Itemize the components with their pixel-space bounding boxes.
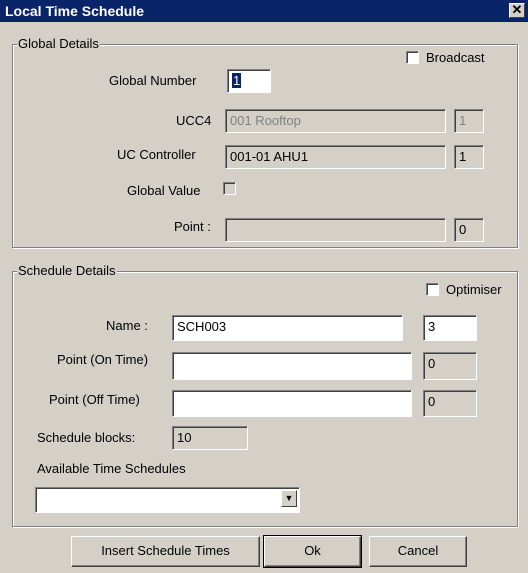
point-label: Point : bbox=[174, 219, 211, 234]
point-number-field: 0 bbox=[454, 218, 484, 242]
insert-schedule-times-label: Insert Schedule Times bbox=[101, 543, 230, 558]
close-icon: ✕ bbox=[511, 2, 523, 17]
title-bar: Local Time Schedule ✕ bbox=[0, 0, 528, 22]
point-off-number-field: 0 bbox=[423, 390, 477, 417]
available-schedules-label: Available Time Schedules bbox=[37, 461, 186, 476]
name-value: SCH003 bbox=[177, 319, 227, 334]
schedule-blocks-value: 10 bbox=[177, 430, 192, 445]
ok-button[interactable]: Ok bbox=[263, 535, 362, 568]
schedule-blocks-label: Schedule blocks: bbox=[37, 430, 136, 445]
uc-controller-number-field: 1 bbox=[454, 145, 484, 169]
uc-controller-label: UC Controller bbox=[117, 147, 196, 162]
dropdown-button[interactable]: ▼ bbox=[281, 490, 297, 507]
uc-controller-field: 001-01 AHU1 bbox=[225, 145, 446, 169]
ok-label: Ok bbox=[304, 543, 321, 558]
name-input[interactable]: SCH003 bbox=[172, 315, 403, 341]
available-schedules-select[interactable]: ▼ bbox=[35, 487, 300, 513]
broadcast-label: Broadcast bbox=[426, 50, 485, 65]
ucc4-number-field: 1 bbox=[454, 109, 484, 133]
ucc4-number: 1 bbox=[459, 113, 467, 128]
window-title: Local Time Schedule bbox=[5, 3, 145, 19]
point-field bbox=[225, 218, 446, 242]
chevron-down-icon: ▼ bbox=[284, 493, 294, 503]
close-button[interactable]: ✕ bbox=[509, 3, 525, 18]
global-value-label: Global Value bbox=[127, 183, 201, 198]
global-number-value: 1 bbox=[232, 73, 242, 88]
schedule-blocks-field: 10 bbox=[172, 426, 248, 450]
broadcast-checkbox[interactable] bbox=[406, 51, 419, 64]
uc-controller-number: 1 bbox=[459, 149, 467, 164]
optimiser-label: Optimiser bbox=[446, 282, 502, 297]
point-off-label: Point (Off Time) bbox=[49, 392, 140, 407]
global-number-label: Global Number bbox=[109, 73, 197, 88]
point-on-number: 0 bbox=[428, 356, 436, 371]
ucc4-label: UCC4 bbox=[176, 113, 212, 128]
name-label: Name : bbox=[106, 318, 148, 333]
ucc4-field: 001 Rooftop bbox=[225, 109, 446, 133]
point-on-input[interactable] bbox=[172, 352, 412, 380]
point-off-number: 0 bbox=[428, 394, 436, 409]
point-off-input[interactable] bbox=[172, 390, 412, 417]
point-on-number-field: 0 bbox=[423, 352, 477, 380]
name-number: 3 bbox=[428, 319, 436, 334]
cancel-label: Cancel bbox=[397, 543, 439, 558]
ucc4-value: 001 Rooftop bbox=[230, 113, 301, 128]
optimiser-checkbox[interactable] bbox=[426, 283, 439, 296]
global-value-checkbox[interactable] bbox=[223, 182, 236, 195]
global-number-input[interactable]: 1 bbox=[227, 69, 271, 93]
global-details-title: Global Details bbox=[17, 36, 100, 51]
insert-schedule-times-button[interactable]: Insert Schedule Times bbox=[71, 536, 260, 567]
cancel-button[interactable]: Cancel bbox=[369, 536, 467, 567]
uc-controller-value: 001-01 AHU1 bbox=[230, 149, 309, 164]
point-on-label: Point (On Time) bbox=[57, 352, 149, 367]
name-number-input[interactable]: 3 bbox=[423, 315, 477, 341]
schedule-details-title: Schedule Details bbox=[17, 263, 117, 278]
point-number: 0 bbox=[459, 222, 467, 237]
